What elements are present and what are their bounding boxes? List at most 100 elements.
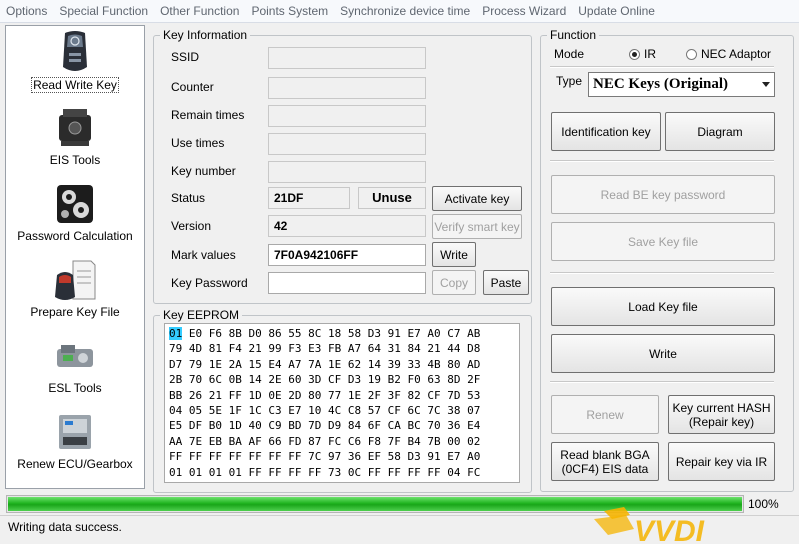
eeprom-byte: 6C [407, 403, 421, 417]
write-key-button[interactable]: Write [551, 334, 775, 373]
eeprom-byte: 66 [268, 434, 282, 448]
sidebar-item-renew-ecu-gearbox[interactable]: Renew ECU/Gearbox [6, 409, 144, 471]
mode-ir-label: IR [644, 47, 656, 61]
eeprom-byte: E0 [188, 327, 203, 340]
sidebar-item-read-write-key[interactable]: Read Write Key [6, 29, 144, 93]
eeprom-byte: F4 [228, 342, 242, 356]
eeprom-byte: FF [268, 450, 282, 464]
eeprom-byte: 26 [188, 388, 203, 402]
key-information-legend: Key Information [163, 28, 248, 42]
status-label: Status [171, 191, 206, 205]
eeprom-byte: 64 [367, 342, 381, 356]
eeprom-byte: D3 [407, 450, 421, 464]
eeprom-row: BB 26 21 FF 1D 0E 2D 80 77 1E 2F 3F 82 C… [169, 388, 519, 403]
read-be-key-password-button[interactable]: Read BE key password [551, 175, 775, 214]
eeprom-byte: F3 [288, 342, 302, 356]
eeprom-byte: 57 [367, 403, 381, 417]
save-key-file-button[interactable]: Save Key file [551, 222, 775, 261]
eeprom-byte: F0 [407, 373, 421, 387]
eeprom-byte: 7A [308, 357, 322, 371]
paste-button[interactable]: Paste [483, 270, 529, 295]
eeprom-row: D7 79 1E 2A 15 E4 A7 7A 1E 62 14 39 33 4… [169, 357, 519, 372]
key-current-hash-button[interactable]: Key current HASH (Repair key) [668, 395, 775, 434]
sidebar-item-password-calculation[interactable]: Password Calculation [6, 181, 144, 243]
eeprom-byte: DF [188, 419, 203, 433]
eis-module-icon [59, 109, 91, 146]
sidebar-item-prepare-key-file[interactable]: Prepare Key File [6, 257, 144, 319]
activate-key-button[interactable]: Activate key [432, 186, 522, 211]
eeprom-byte: 2F [367, 388, 381, 402]
mark-values-input[interactable]: 7F0A942106FF [268, 244, 426, 266]
eeprom-byte: 6C [208, 373, 222, 387]
eeprom-byte: 40 [248, 419, 262, 433]
menu-update-online[interactable]: Update Online [572, 0, 661, 22]
sidebar-item-label: ESL Tools [48, 381, 102, 395]
eeprom-byte: D8 [467, 342, 481, 356]
chevron-down-icon [762, 82, 770, 87]
renew-button[interactable]: Renew [551, 395, 659, 434]
eeprom-byte: 1D [228, 419, 242, 433]
eeprom-byte: F6 [208, 327, 222, 340]
mode-ir-radio[interactable] [629, 49, 640, 60]
eeprom-byte: 31 [387, 342, 401, 356]
eeprom-byte: EB [208, 434, 222, 448]
identification-key-button[interactable]: Identification key [551, 112, 661, 151]
sidebar-item-esl-tools[interactable]: ESL Tools [6, 333, 144, 395]
remain-times-field [268, 105, 426, 127]
eeprom-byte: 04 [169, 403, 183, 417]
menu-synchronize-device-time[interactable]: Synchronize device time [334, 0, 476, 22]
eeprom-byte: 91 [387, 327, 401, 340]
eeprom-byte: FF [407, 465, 421, 479]
repair-key-via-ir-button[interactable]: Repair key via IR [668, 442, 775, 481]
menu-process-wizard[interactable]: Process Wizard [476, 0, 572, 22]
counter-field [268, 77, 426, 99]
eeprom-byte: E5 [169, 419, 183, 433]
eeprom-byte: 5E [208, 403, 222, 417]
eeprom-byte: 53 [467, 388, 481, 402]
eeprom-byte: EF [367, 450, 381, 464]
eeprom-hex-view[interactable]: 01 E0 F6 8B D0 86 55 8C 18 58 D3 91 E7 A… [164, 323, 520, 483]
remain-times-label: Remain times [171, 108, 245, 122]
verify-smart-key-button[interactable]: Verify smart key [432, 214, 522, 239]
copy-button[interactable]: Copy [432, 270, 476, 295]
eeprom-byte: E7 [447, 450, 461, 464]
menu-special-function[interactable]: Special Function [53, 0, 154, 22]
menu-other-function[interactable]: Other Function [154, 0, 245, 22]
divider [550, 272, 774, 274]
eeprom-byte: 01 [208, 465, 222, 479]
eeprom-row: 01 E0 F6 8B D0 86 55 8C 18 58 D3 91 E7 A… [169, 326, 519, 341]
sidebar-item-eis-tools[interactable]: EIS Tools [6, 105, 144, 167]
eeprom-byte: A7 [347, 342, 362, 356]
eeprom-byte: 7D [447, 388, 461, 402]
eeprom-byte: 1F [228, 403, 242, 417]
mode-nec-radio[interactable] [686, 49, 697, 60]
eeprom-row: E5 DF B0 1D 40 C9 BD 7D D9 84 6F CA BC 7… [169, 418, 519, 433]
eeprom-row: 01 01 01 01 FF FF FF FF 73 0C FF FF FF F… [169, 465, 519, 480]
eeprom-byte: 7F [387, 434, 401, 448]
eeprom-byte: 77 [328, 388, 342, 402]
read-blank-bga-button[interactable]: Read blank BGA (0CF4) EIS data [551, 442, 659, 481]
key-type-value: NEC Keys (Original) [593, 76, 728, 92]
eeprom-row: 2B 70 6C 0B 14 2E 60 3D CF D3 19 B2 F0 6… [169, 372, 519, 387]
eeprom-byte: 7B [427, 434, 441, 448]
load-key-file-button[interactable]: Load Key file [551, 287, 775, 326]
eeprom-byte: 84 [407, 342, 421, 356]
eeprom-byte: 1E [347, 388, 362, 402]
eeprom-byte: AA [169, 434, 183, 448]
esl-lock-icon [57, 345, 93, 367]
sidebar-item-label: Prepare Key File [30, 305, 120, 319]
eeprom-byte: 07 [467, 403, 481, 417]
menu-options[interactable]: Options [0, 0, 53, 22]
diagram-button[interactable]: Diagram [665, 112, 775, 151]
key-password-input[interactable] [268, 272, 426, 294]
type-label: Type [556, 74, 583, 88]
eeprom-byte: A7 [288, 357, 302, 371]
menu-points-system[interactable]: Points System [245, 0, 334, 22]
write-mark-button[interactable]: Write [432, 242, 476, 267]
eeprom-byte: 02 [467, 434, 481, 448]
key-type-select[interactable]: NEC Keys (Original) [588, 72, 775, 97]
eeprom-byte: 3F [387, 388, 401, 402]
eeprom-byte: 36 [347, 450, 362, 464]
eeprom-byte: 99 [268, 342, 282, 356]
eeprom-byte: 33 [407, 357, 421, 371]
